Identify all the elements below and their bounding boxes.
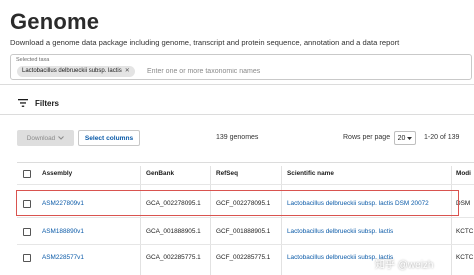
chevron-down-icon: [407, 135, 413, 142]
taxon-chip-label: Lactobacillus delbrueckii subsp. lactis: [22, 68, 122, 74]
highlight-box: [16, 190, 459, 216]
genome-count: 139 genomes: [216, 134, 259, 141]
scientific-name-link[interactable]: Lactobacillus delbrueckii subsp. lactis: [287, 228, 393, 235]
refseq-accession: GCF_001888905.1: [216, 228, 271, 235]
select-all-checkbox[interactable]: [23, 170, 31, 178]
column-header-modifier[interactable]: Modi: [456, 170, 471, 177]
filters-label: Filters: [35, 98, 60, 108]
filter-icon: [18, 94, 28, 112]
rows-per-page-label: Rows per page: [343, 134, 391, 141]
close-icon[interactable]: ✕: [125, 66, 130, 77]
divider: [0, 114, 474, 115]
pagination-range: 1-20 of 139: [424, 134, 460, 141]
row-checkbox[interactable]: [23, 254, 31, 262]
page-title: Genome: [10, 9, 100, 34]
table-row: ASM188890v1 GCA_001888905.1 GCF_00188890…: [0, 220, 474, 244]
assembly-link[interactable]: ASM228577v1: [42, 254, 84, 261]
column-header-assembly[interactable]: Assembly: [42, 170, 72, 177]
row-divider: [17, 184, 474, 185]
taxon-chip[interactable]: Lactobacillus delbrueckii subsp. lactis …: [17, 66, 135, 77]
chevron-down-icon: [58, 135, 65, 142]
assembly-link[interactable]: ASM188890v1: [42, 228, 84, 235]
genbank-accession: GCA_001888905.1: [146, 228, 201, 235]
column-header-genbank[interactable]: GenBank: [146, 170, 174, 177]
divider: [0, 84, 474, 85]
column-header-refseq[interactable]: RefSeq: [216, 170, 238, 177]
row-checkbox[interactable]: [23, 228, 31, 236]
taxa-input[interactable]: [147, 66, 447, 77]
select-columns-button[interactable]: Select columns: [78, 130, 140, 146]
rows-per-page-select[interactable]: 20: [394, 131, 416, 145]
row-divider: [17, 217, 474, 218]
modifier-value: KCTC: [456, 254, 474, 261]
taxa-label: Selected taxa: [16, 57, 50, 63]
genbank-accession: GCA_002285775.1: [146, 254, 201, 261]
taxa-search-box[interactable]: Selected taxa Lactobacillus delbrueckii …: [10, 54, 472, 80]
row-divider: [17, 244, 474, 245]
watermark: 知乎 @weizh: [375, 260, 434, 271]
page-description: Download a genome data package including…: [10, 38, 400, 47]
download-button[interactable]: Download: [17, 130, 74, 146]
column-header-scientific-name[interactable]: Scientific name: [287, 170, 334, 177]
refseq-accession: GCF_002285775.1: [216, 254, 271, 261]
download-label: Download: [26, 134, 56, 142]
modifier-value: KCTC: [456, 228, 474, 235]
table-header: Assembly GenBank RefSeq Scientific name …: [0, 162, 474, 184]
rows-per-page-value: 20: [397, 134, 406, 142]
filters-toggle[interactable]: Filters: [18, 94, 59, 112]
